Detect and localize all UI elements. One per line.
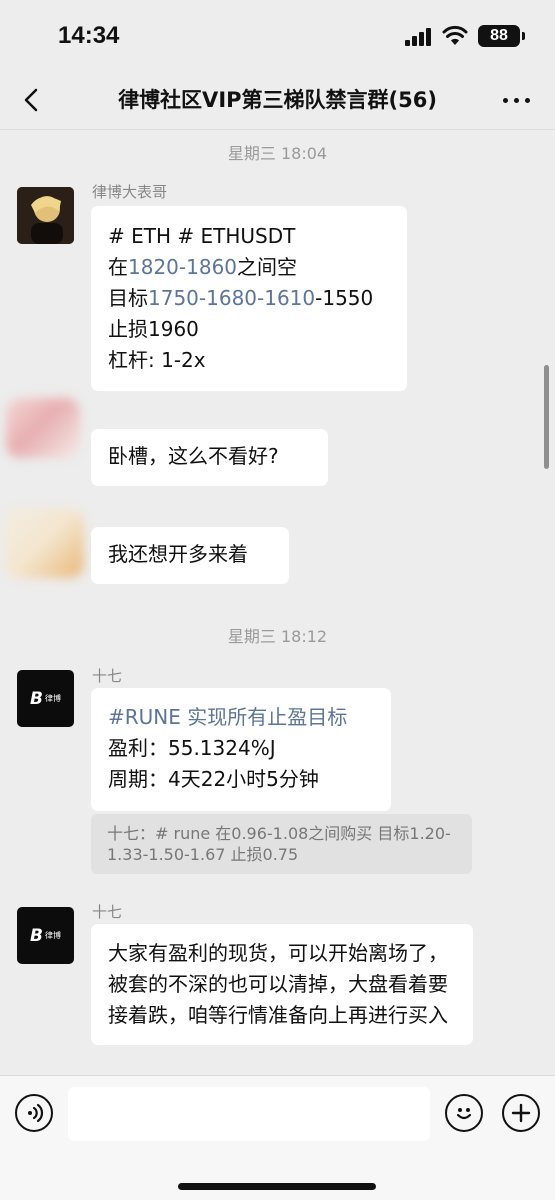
voice-icon[interactable] <box>15 1094 53 1132</box>
signal-icon <box>405 28 433 46</box>
number-link[interactable]: 1820-1860 <box>128 255 237 279</box>
timestamp: 星期三 18:12 <box>227 627 328 646</box>
number-link[interactable]: 1750-1680-1610 <box>148 286 315 310</box>
sender-name: 十七 <box>92 667 123 685</box>
message-bubble[interactable]: # ETH # ETHUSDT 在1820-1860之间空 目标1750-168… <box>91 206 407 391</box>
message-line: 盈利：55.1324%J <box>108 736 276 760</box>
hashtag-link[interactable]: #RUNE 实现所有止盈目标 <box>108 702 374 733</box>
message-input[interactable] <box>68 1087 430 1141</box>
avatar[interactable] <box>17 187 74 244</box>
message-line: 周期：4天22小时5分钟 <box>108 767 319 791</box>
status-bar: 14:34 88 <box>0 0 555 72</box>
sender-name: 十七 <box>92 903 123 921</box>
message-bubble[interactable]: 大家有盈利的现货，可以开始离场了，被套的不深的也可以清掉，大盘看着要接着跌，咱等… <box>91 924 473 1045</box>
message-line: 在1820-1860之间空 <box>108 255 298 279</box>
message-bubble[interactable]: #RUNE 实现所有止盈目标 盈利：55.1324%J 周期：4天22小时5分钟 <box>91 688 391 811</box>
message-bubble[interactable]: 卧槽，这么不看好? <box>91 429 328 486</box>
avatar[interactable] <box>4 508 84 578</box>
avatar[interactable]: B 律博 <box>17 907 74 964</box>
input-bar <box>0 1075 555 1200</box>
avatar[interactable] <box>6 398 80 458</box>
more-dots-icon[interactable] <box>501 86 533 114</box>
quoted-message[interactable]: 十七：# rune 在0.96-1.08之间购买 目标1.20-1.33-1.5… <box>91 814 472 874</box>
avatar[interactable]: B 律博 <box>17 670 74 727</box>
message-line: 杠杆: 1-2x <box>108 348 206 372</box>
chat-header: 律博社区VIP第三梯队禁言群(56) <box>0 72 555 130</box>
timestamp: 星期三 18:04 <box>227 144 328 163</box>
battery-icon: 88 <box>478 25 525 47</box>
message-line: # ETH # ETHUSDT <box>108 224 296 248</box>
scrollbar[interactable] <box>544 365 549 469</box>
wifi-icon <box>442 25 468 45</box>
message-line: 目标1750-1680-1610-1550 <box>108 286 374 310</box>
message-bubble[interactable]: 我还想开多来着 <box>91 527 289 584</box>
emoji-icon[interactable] <box>445 1094 483 1132</box>
back-chevron-icon[interactable] <box>14 82 50 118</box>
chat-title: 律博社区VIP第三梯队禁言群(56) <box>118 88 437 112</box>
message-line: 止损1960 <box>108 317 199 341</box>
status-time: 14:34 <box>58 22 120 49</box>
sender-name: 律博大表哥 <box>92 183 168 201</box>
home-indicator[interactable] <box>178 1183 376 1190</box>
plus-icon[interactable] <box>502 1094 540 1132</box>
